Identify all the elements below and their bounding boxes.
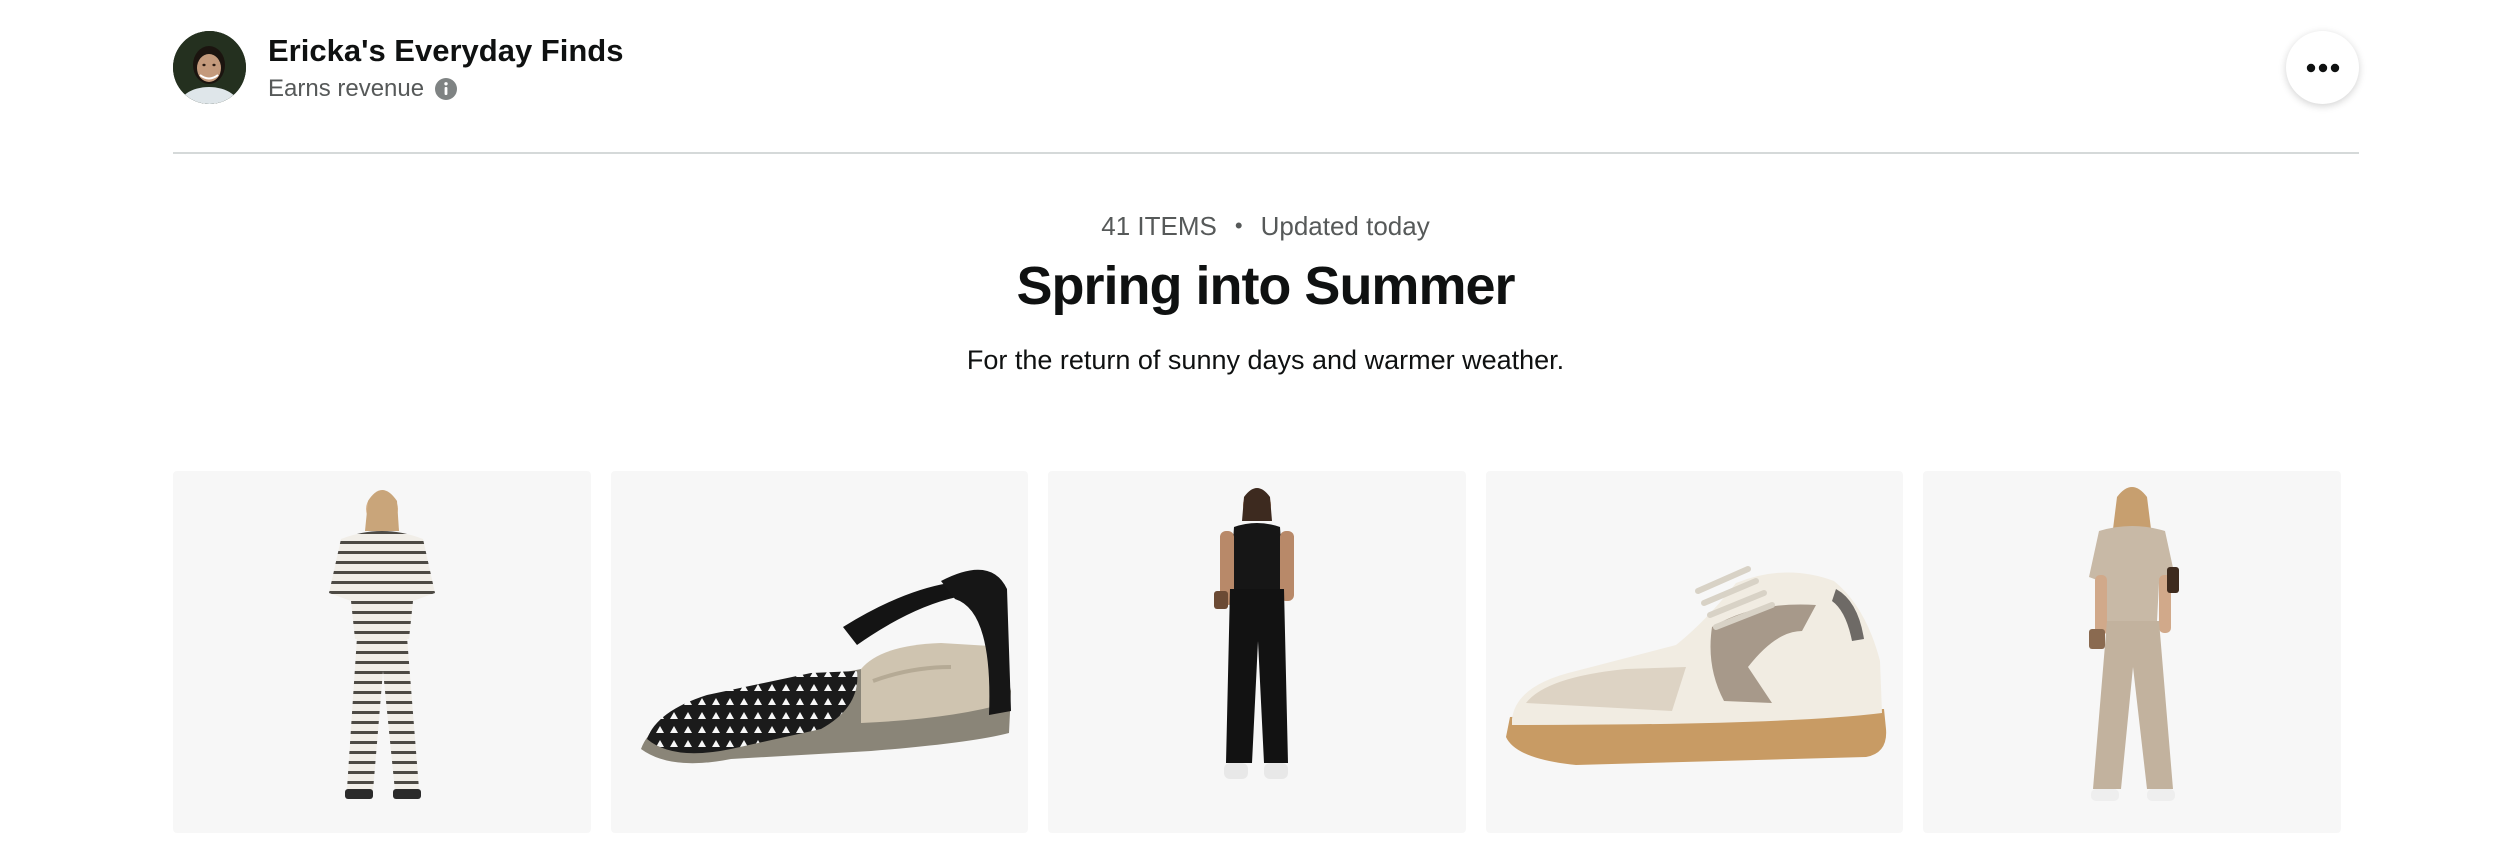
black-cutout-flat-sandal-image [640,569,1011,764]
list-title: Spring into Summer [1016,256,1515,316]
product-card[interactable] [1048,471,1466,833]
meta-separator: • [1234,213,1243,238]
header-divider [173,152,2359,154]
avatar[interactable] [173,31,246,104]
list-meta: 41 ITEMS • Updated today [0,206,2500,246]
more-options-button[interactable] [2286,31,2359,104]
product-card[interactable] [610,471,1029,833]
product-card[interactable] [1485,471,1904,833]
earns-revenue-label: Earns revenue [268,75,425,102]
store-name[interactable]: Ericka's Everyday Finds [268,31,623,71]
updated-label: Updated today [1260,211,1430,241]
striped-lounge-set-image [329,490,435,799]
product-card[interactable] [1923,471,2341,833]
product-grid [173,471,2341,833]
black-jumpsuit-image [1214,488,1295,779]
product-card[interactable] [173,471,591,833]
storefront-header: Ericka's Everyday Finds Earns revenue [173,31,2359,104]
more-options-icon [2306,63,2339,72]
list-description: For the return of sunny days and warmer … [966,345,1565,375]
taupe-two-piece-set-image [2089,487,2180,801]
avatar-photo [173,31,246,104]
info-icon[interactable] [434,77,458,101]
item-count: 41 ITEMS [1101,211,1217,241]
white-retro-sneaker-image [1505,566,1886,765]
revenue-row: Earns revenue [268,74,458,104]
